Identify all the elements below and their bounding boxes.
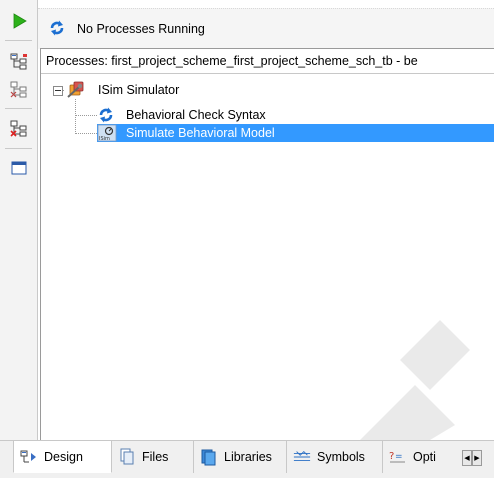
symbols-icon xyxy=(293,448,311,466)
window-icon xyxy=(11,161,26,174)
tree-connector xyxy=(75,115,97,116)
hierarchy-button-2[interactable] xyxy=(9,80,28,99)
tab-symbols[interactable]: Symbols xyxy=(287,441,383,473)
status-bar: No Processes Running xyxy=(38,8,494,49)
tree-item-simulate-behavioral-model[interactable]: ISim Simulate Behavioral Model xyxy=(97,124,494,142)
hierarchy-button-1[interactable] xyxy=(9,52,28,71)
status-text: No Processes Running xyxy=(77,22,205,36)
tab-label: Symbols xyxy=(317,450,365,464)
toolbar-separator xyxy=(5,108,32,109)
tab-strip: Design Files Libraries Symbols ? = Opti … xyxy=(0,440,494,478)
isim-simulate-icon: ISim xyxy=(97,124,117,142)
panel-button[interactable] xyxy=(9,158,28,177)
tab-libraries[interactable]: Libraries xyxy=(194,441,287,473)
hierarchy-icon xyxy=(10,53,27,69)
scroll-right-button[interactable]: ▶ xyxy=(472,450,482,466)
refresh-icon xyxy=(99,107,113,123)
tab-label: Opti xyxy=(413,450,436,464)
hierarchy-icon xyxy=(10,81,26,97)
processes-header: Processes: first_project_scheme_first_pr… xyxy=(41,49,494,74)
tab-label: Design xyxy=(44,449,83,464)
tree-item-isim-simulator[interactable]: ISim Simulator xyxy=(67,81,182,99)
files-icon xyxy=(118,448,136,466)
processes-panel: Processes: first_project_scheme_first_pr… xyxy=(40,48,494,442)
isim-tools-icon xyxy=(67,81,84,98)
scroll-left-button[interactable]: ◀ xyxy=(462,450,472,466)
tree-item-behavioral-check-syntax[interactable]: Behavioral Check Syntax xyxy=(97,106,269,124)
processes-header-label: Processes: first_project_scheme_first_pr… xyxy=(46,54,418,68)
svg-text:?: ? xyxy=(389,451,394,462)
svg-text:ISim: ISim xyxy=(99,136,110,142)
design-icon xyxy=(20,448,38,466)
collapse-toggle[interactable] xyxy=(53,86,63,96)
left-toolbar xyxy=(0,0,38,440)
hierarchy-button-3[interactable] xyxy=(9,119,28,138)
tab-options[interactable]: ? = Opti xyxy=(383,441,463,473)
tree-connector xyxy=(75,99,76,134)
tree-item-label: ISim Simulator xyxy=(98,83,180,97)
hierarchy-icon xyxy=(9,120,26,137)
svg-text:=: = xyxy=(395,452,403,462)
tab-design[interactable]: Design xyxy=(13,441,112,473)
libraries-icon xyxy=(200,448,218,466)
toolbar-separator xyxy=(5,40,32,41)
options-icon: ? = xyxy=(389,448,407,466)
tree-item-label: Behavioral Check Syntax xyxy=(126,108,266,122)
tab-files[interactable]: Files xyxy=(112,441,194,473)
run-button[interactable] xyxy=(9,11,28,30)
green-play-icon xyxy=(13,12,27,29)
refresh-icon xyxy=(50,20,64,36)
tab-label: Libraries xyxy=(224,450,272,464)
tree-connector xyxy=(75,133,97,134)
tab-label: Files xyxy=(142,450,169,464)
tree-item-label: Simulate Behavioral Model xyxy=(126,126,275,140)
toolbar-separator xyxy=(5,148,32,149)
